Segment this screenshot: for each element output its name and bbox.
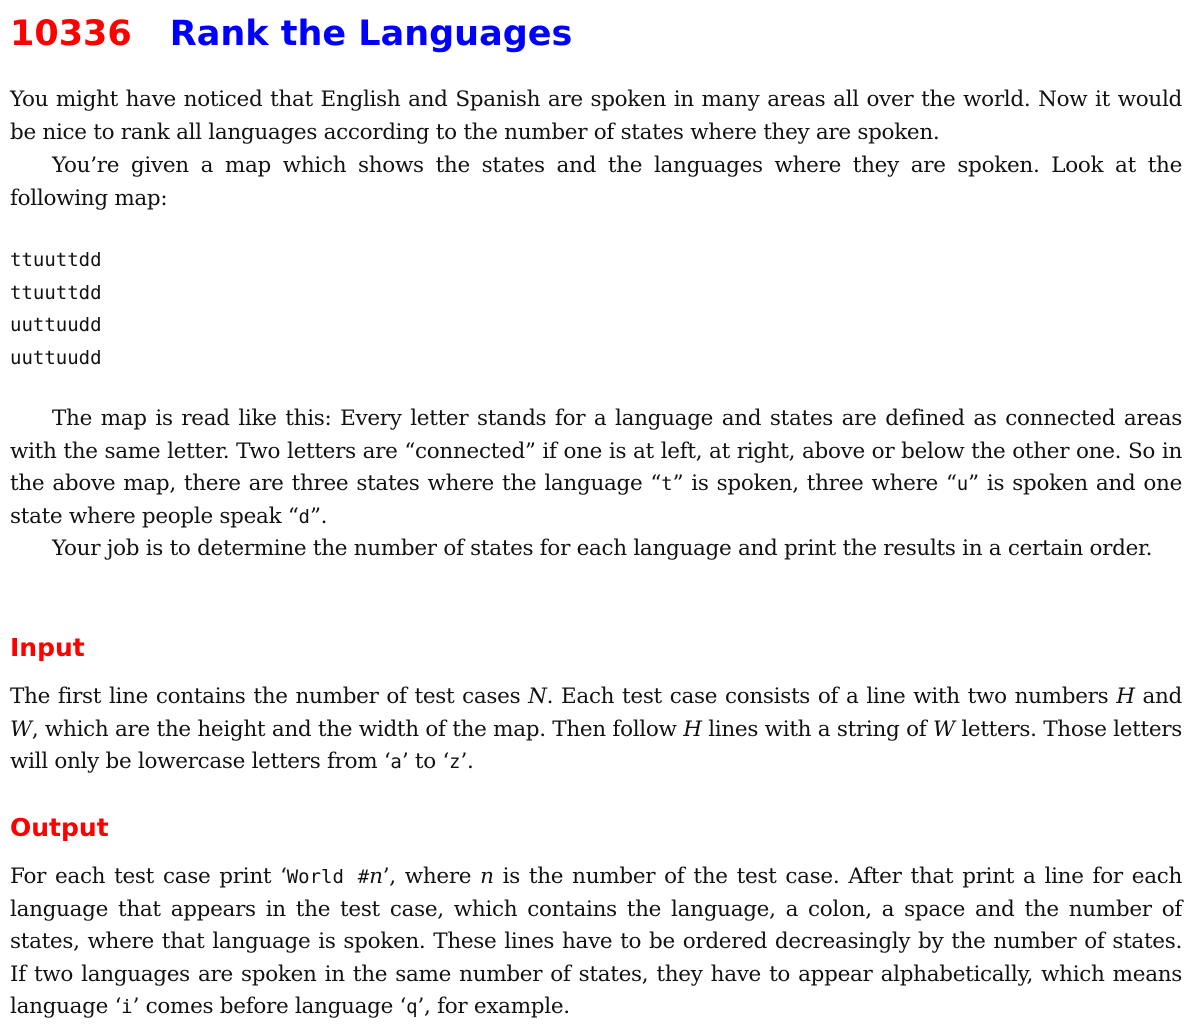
map-line: ttuuttdd [10, 249, 102, 271]
problem-number: 10336 [10, 14, 132, 54]
problem-name: Rank the Languages [169, 14, 573, 54]
map-line: ttuuttdd [10, 281, 102, 304]
output-heading: Output [10, 813, 109, 842]
code-world: World # [286, 866, 370, 888]
problem-title: 10336 Rank the Languages [10, 12, 572, 56]
intro-paragraph-4: Your job is to determine the number of s… [52, 536, 1153, 561]
intro-paragraph-3: The map is read like this: Every letter … [10, 406, 1182, 529]
map-line: uuttuudd [10, 314, 102, 336]
example-map: ttuuttdd ttuuttdd uuttuudd uuttuudd [10, 244, 102, 374]
code-a: a [390, 751, 402, 774]
code-z: z [448, 751, 461, 774]
code-q: q [406, 996, 418, 1019]
map-line: uuttuudd [10, 346, 102, 369]
input-paragraph: The first line contains the number of te… [10, 684, 1183, 775]
output-paragraph: For each test case print ‘World #n’, whe… [10, 864, 1183, 1020]
input-heading: Input [10, 633, 85, 662]
code-d: d [298, 505, 310, 528]
intro-paragraph-2: You’re given a map which shows the state… [10, 153, 1182, 211]
code-u: u [956, 473, 969, 496]
intro-paragraph-1: You might have noticed that English and … [10, 87, 1182, 145]
code-t: t [661, 473, 673, 496]
code-i: i [121, 996, 133, 1019]
